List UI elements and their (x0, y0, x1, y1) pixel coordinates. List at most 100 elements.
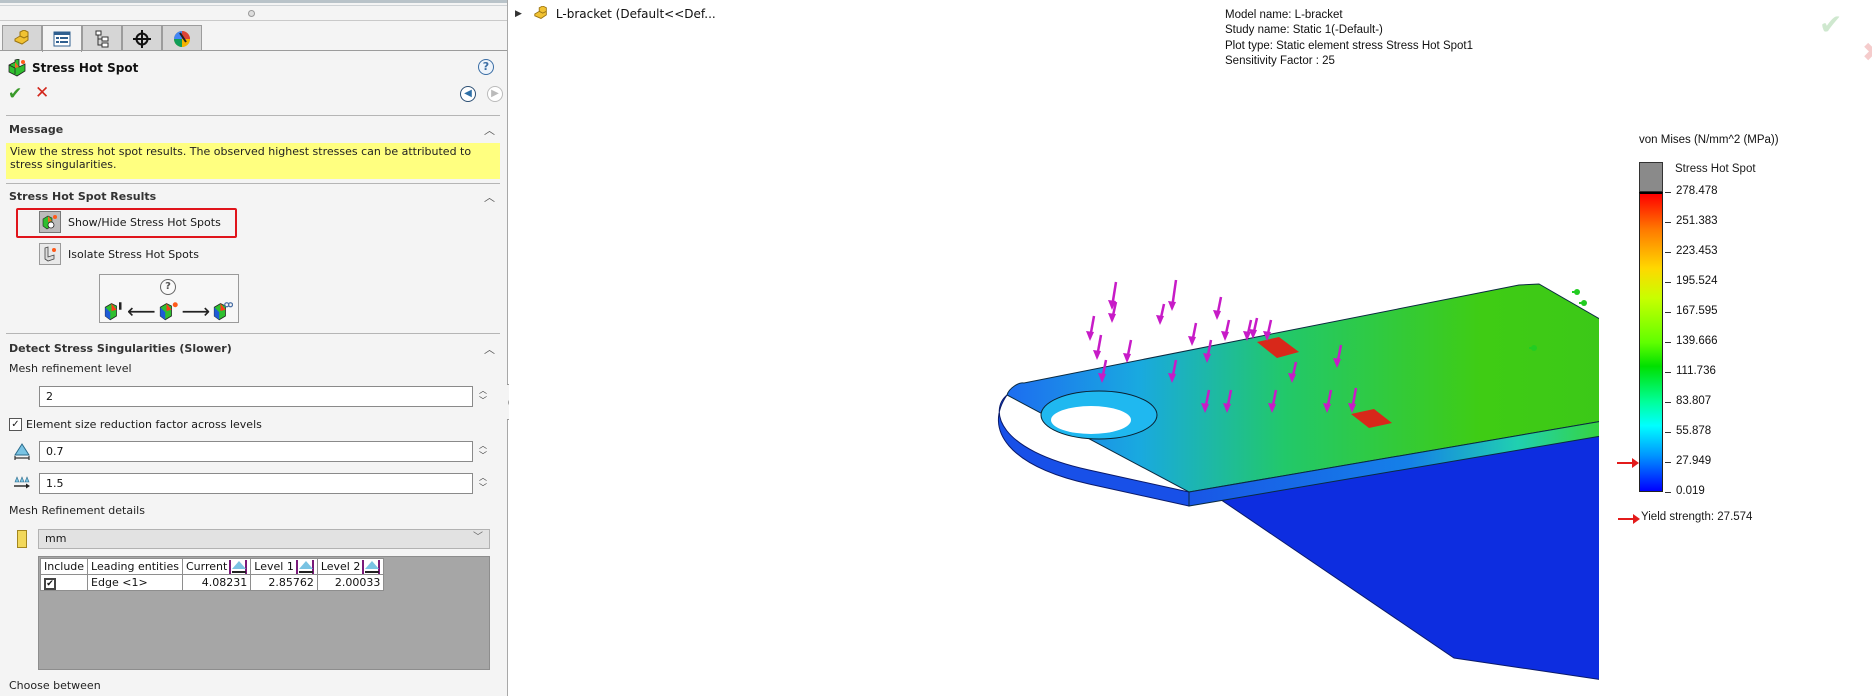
confirm-corner-cancel-icon[interactable]: ✖ (1862, 38, 1872, 68)
tabs-divider (0, 50, 507, 51)
expand-caret-icon[interactable]: ▶ (515, 9, 522, 19)
show-hide-hot-spots-label: Show/Hide Stress Hot Spots (68, 215, 221, 229)
unit-dropdown-value: mm (45, 532, 67, 545)
load-arrow-head (1123, 353, 1131, 363)
refinement-table-area: Include Leading entities Current Level 1… (38, 556, 490, 670)
tab-dimxpert-manager[interactable] (122, 25, 162, 51)
crosshair-icon (133, 29, 151, 48)
reduction-factor-checkbox[interactable]: ✓ (9, 418, 22, 431)
arrow-left-icon: ◀ (464, 88, 472, 99)
legend-tick-label: 0.019 (1676, 485, 1705, 497)
mesh-level-label: Mesh refinement level (9, 362, 132, 375)
legend-tick (1665, 252, 1671, 253)
element-size-icon (362, 559, 381, 574)
results-group-heading: Stress Hot Spot Results (9, 190, 157, 203)
show-hide-hot-spots-button[interactable]: Show/Hide Stress Hot Spots (39, 211, 221, 233)
legend-tick-label: 278.478 (1676, 185, 1718, 197)
reduction-factor-label: Element size reduction factor across lev… (26, 418, 262, 431)
ok-button[interactable]: ✔ (8, 86, 22, 103)
panel-splitter[interactable] (0, 6, 507, 21)
collapse-chevron-icon[interactable]: ︿ (484, 341, 495, 357)
element-size-icon (229, 559, 248, 574)
table-row[interactable]: ✔ Edge <1> 4.08231 2.85762 2.00033 (39, 574, 385, 591)
part-icon (534, 6, 547, 19)
legend-tick (1665, 222, 1671, 223)
tree-node-label: L-bracket (Default<<Def... (555, 7, 716, 21)
legend-tick-label: 55.878 (1676, 425, 1712, 437)
graphics-viewport[interactable]: ▶ L-bracket (Default<<Def... Model name:… (509, 0, 1872, 696)
splitter-grip-icon[interactable] (248, 10, 255, 17)
isolate-hot-spots-icon (39, 243, 61, 265)
mesh-level-stepper[interactable]: ︿ ﹀ (476, 386, 490, 408)
yield-strength-label: Yield strength: 27.574 (1641, 511, 1753, 523)
hot-spot-model-icon (159, 302, 178, 321)
legend-tick (1665, 342, 1671, 343)
arrow-right-icon: ⟶ (181, 299, 211, 323)
isolate-hot-spots-button[interactable]: Isolate Stress Hot Spots (39, 243, 199, 265)
back-arrow-button[interactable]: ◀ (460, 86, 476, 102)
help-button[interactable]: ? (478, 59, 494, 75)
column-header-include[interactable]: Include (39, 558, 89, 575)
load-arrow-head (1188, 336, 1196, 346)
include-checkbox[interactable]: ✔ (44, 577, 56, 590)
column-header-level-1[interactable]: Level 1 (250, 558, 318, 575)
tab-display-manager[interactable] (162, 25, 202, 51)
column-header-current[interactable]: Current (181, 558, 252, 575)
load-arrow-head (1086, 331, 1094, 341)
legend-tick (1665, 312, 1671, 313)
legend-title: von Mises (N/mm^2 (MPa)) (1639, 134, 1779, 146)
column-header-leading-entities[interactable]: Leading entities (87, 558, 183, 575)
load-arrow-head (1156, 315, 1164, 325)
element-size-icon (14, 443, 30, 460)
manager-tabs (2, 25, 202, 52)
isolate-hot-spots-label: Isolate Stress Hot Spots (68, 247, 199, 261)
hot-spot-diagram: ? ⟵ ⟶ (99, 274, 239, 323)
legend-tick (1665, 372, 1671, 373)
plot-type-text: Plot type: Static element stress Stress … (1225, 39, 1473, 52)
collapse-chevron-icon[interactable]: ︿ (484, 189, 495, 205)
collapse-chevron-icon[interactable]: ︿ (484, 122, 495, 138)
legend-tick-label: 139.666 (1676, 335, 1718, 347)
element-size-factor-stepper[interactable]: ︿ ﹀ (476, 441, 490, 463)
tab-property-manager[interactable] (42, 25, 82, 52)
mesh-level-input[interactable]: 2 (39, 386, 473, 407)
entity-cell: Edge <1> (87, 574, 183, 591)
diagram-help-button[interactable]: ? (160, 279, 176, 295)
column-header-level-2[interactable]: Level 2 (316, 558, 385, 575)
load-arrow-head (1093, 350, 1101, 360)
unit-dropdown[interactable]: mm ﹀ (38, 529, 490, 549)
tab-feature-manager[interactable] (2, 25, 42, 51)
stress-hot-spot-icon (8, 59, 26, 77)
feature-title: Stress Hot Spot (8, 59, 138, 77)
unit-ruler-icon (17, 530, 27, 548)
reduction-factor-checkbox-row[interactable]: ✓ Element size reduction factor across l… (9, 418, 262, 431)
detect-group-heading: Detect Stress Singularities (Slower) (9, 342, 232, 355)
confirm-corner-ok-icon[interactable]: ✔ (1819, 8, 1842, 41)
growth-ratio-stepper[interactable]: ︿ ﹀ (476, 473, 490, 495)
element-size-factor-input[interactable]: 0.7 (39, 441, 473, 462)
chevron-down-icon: ﹀ (473, 532, 483, 543)
arrow-left-icon: ⟵ (127, 299, 156, 323)
message-group-heading: Message (9, 123, 64, 136)
element-size-icon (295, 559, 314, 574)
flyout-tree-node[interactable]: ▶ L-bracket (Default<<Def... (515, 6, 716, 22)
include-cell[interactable]: ✔ (39, 574, 89, 591)
current-size-cell: 4.08231 (181, 574, 252, 591)
growth-ratio-icon (14, 476, 30, 489)
load-arrow-head (1168, 301, 1176, 311)
cancel-button[interactable]: ✕ (35, 85, 49, 102)
appearance-ball-icon (174, 30, 190, 47)
legend-tick-label: 195.524 (1676, 275, 1718, 287)
plot-info-block: Model name: L-bracket Study name: Static… (1225, 8, 1473, 69)
forward-arrow-button[interactable]: ▶ (487, 86, 503, 102)
yield-legend-arrow-icon (1618, 514, 1640, 524)
configuration-tree-icon (95, 30, 109, 47)
growth-ratio-input[interactable]: 1.5 (39, 473, 473, 494)
refinement-table: Include Leading entities Current Level 1… (39, 558, 385, 591)
l-bracket-model[interactable] (979, 270, 1599, 696)
tab-configuration-manager[interactable] (82, 25, 122, 51)
legend-tick-label: 83.807 (1676, 395, 1712, 407)
yield-marker-arrow-icon (1617, 458, 1639, 468)
legend-tick-label: 251.383 (1676, 215, 1718, 227)
property-list-icon (53, 31, 71, 47)
